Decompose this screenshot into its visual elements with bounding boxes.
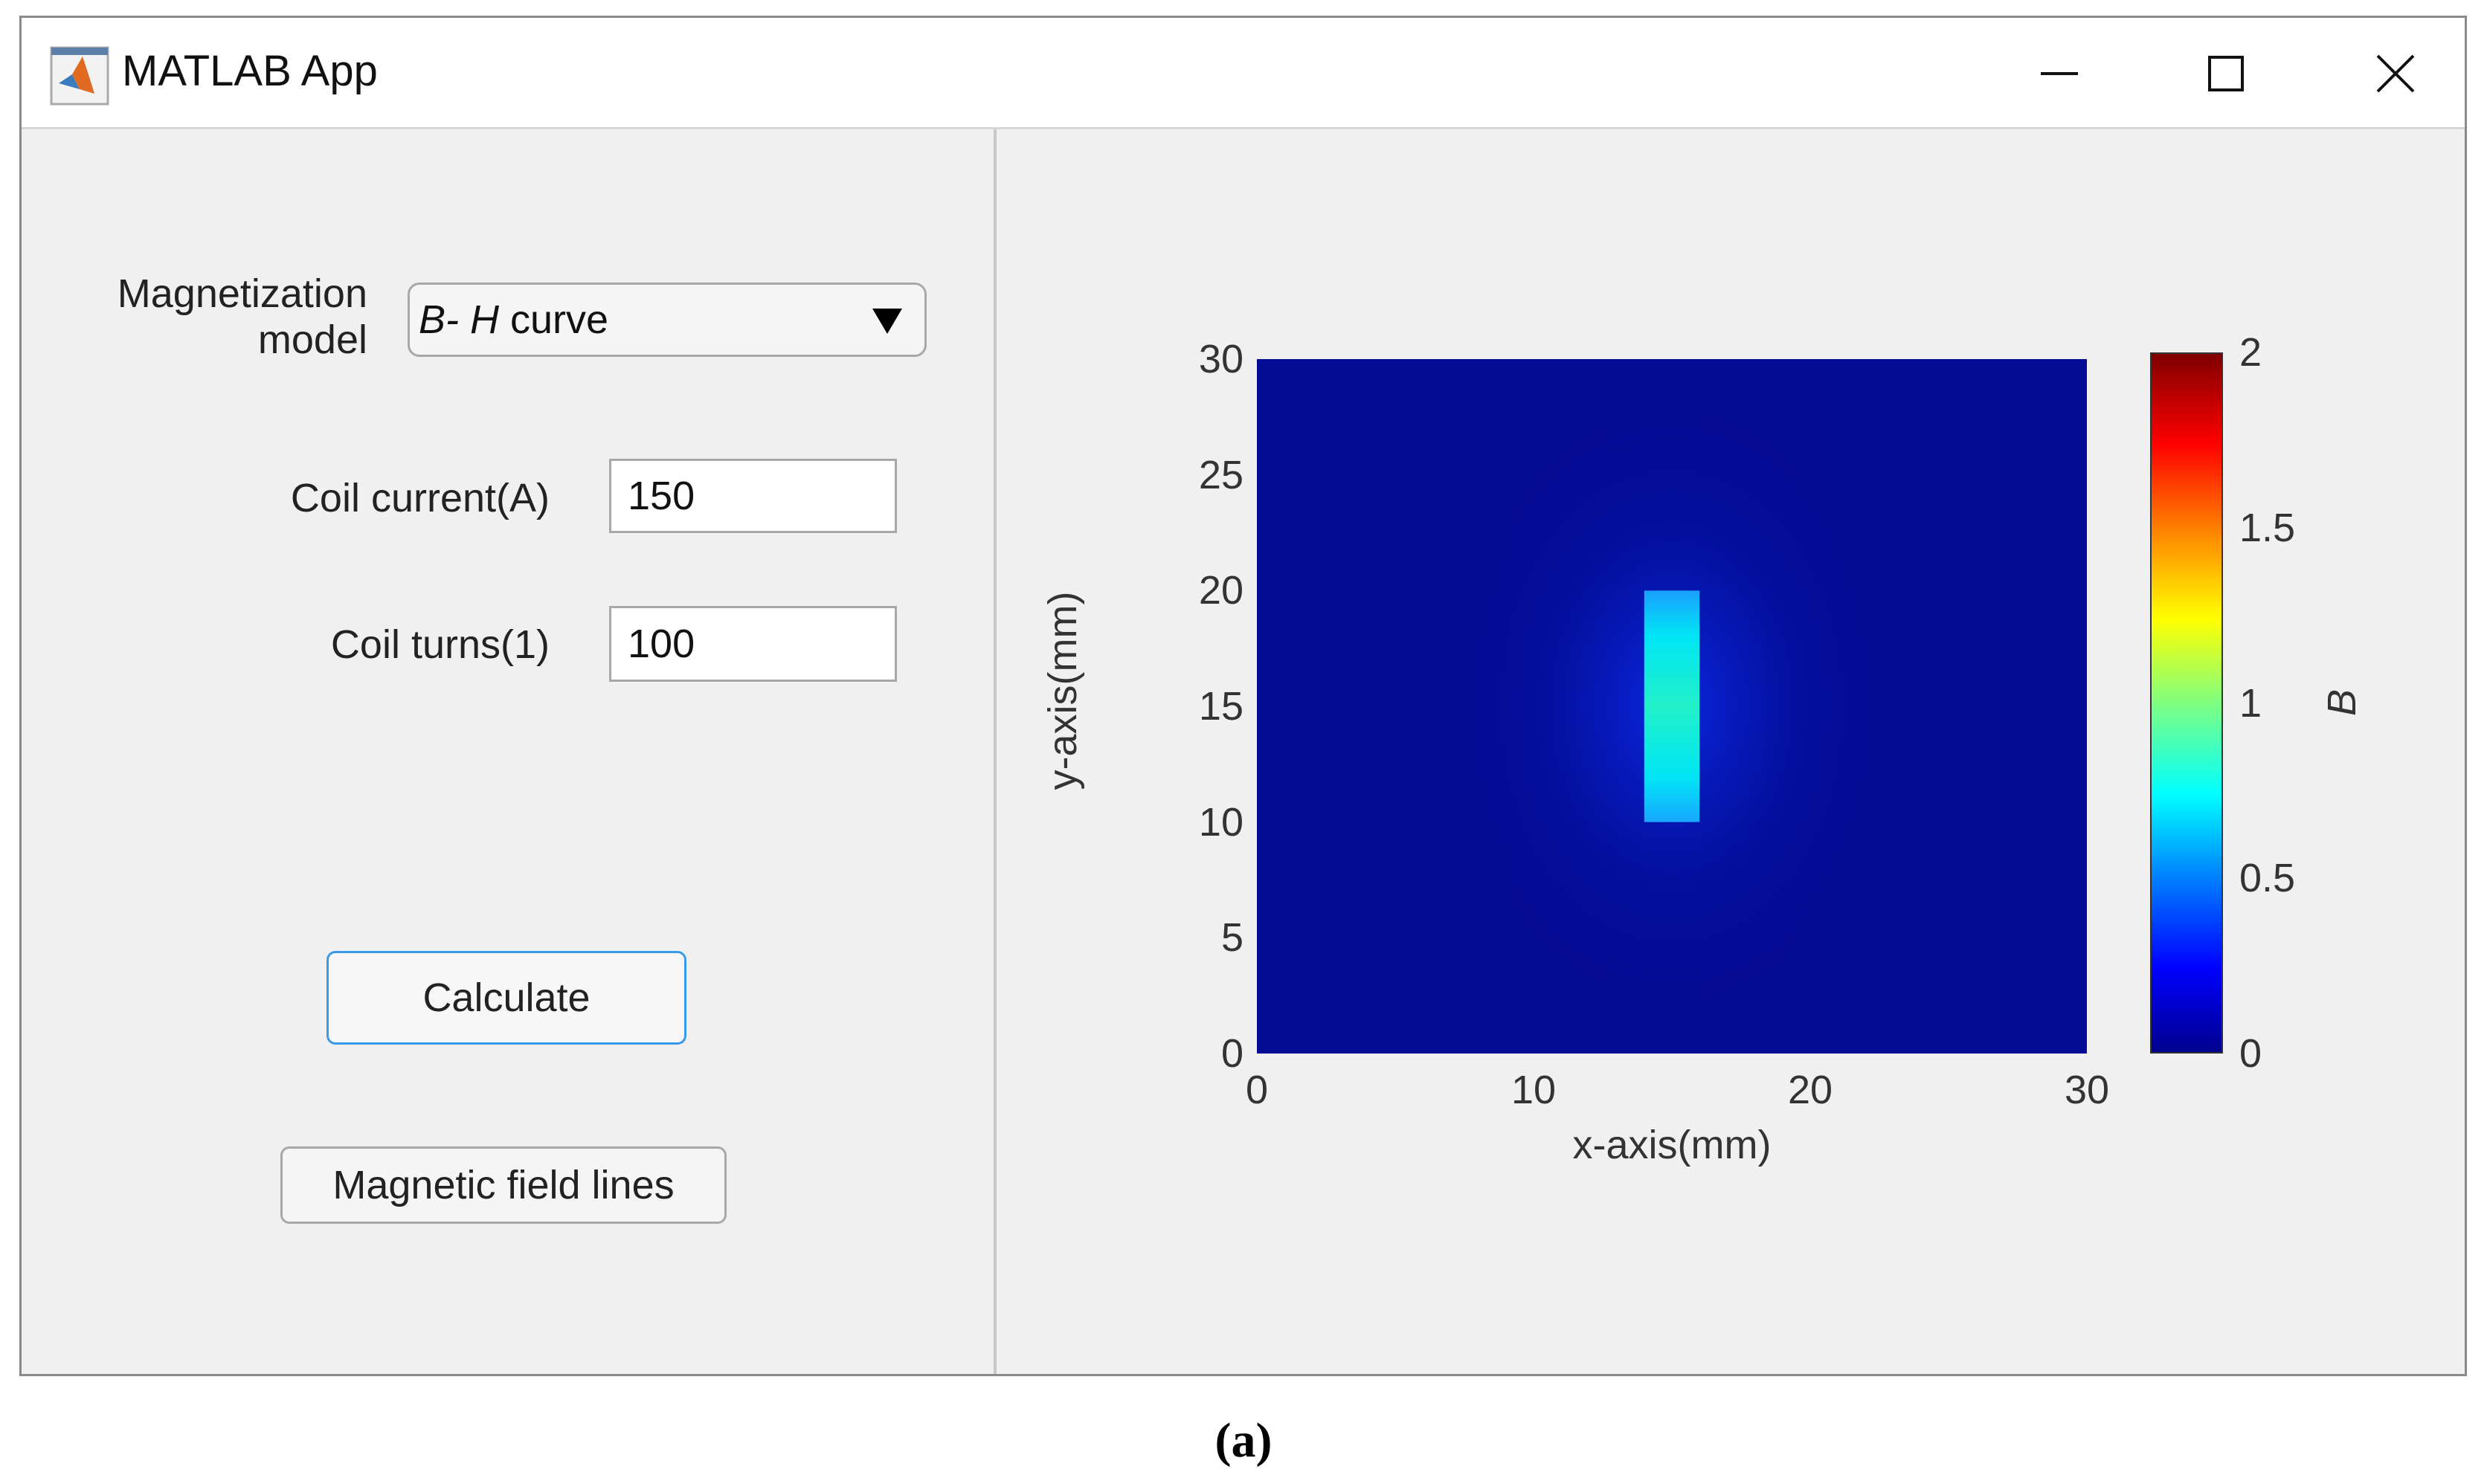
x-tick-label: 0	[1245, 1068, 1269, 1112]
coil-turns-label: Coil turns(1)	[330, 622, 550, 667]
minimize-icon	[2041, 72, 2078, 75]
close-icon	[2376, 54, 2415, 93]
heatmap-plot	[1257, 359, 2087, 1054]
dropdown-value: curve	[499, 297, 609, 342]
coil-current-input[interactable]: 150	[609, 459, 897, 533]
colorbar-tick-label: 1	[2239, 680, 2262, 726]
window-title: MATLAB App	[122, 47, 378, 95]
colorbar-label: B	[2320, 688, 2364, 717]
y-axis-label: y-axis(mm)	[1040, 591, 1085, 790]
y-tick-label: 15	[1198, 684, 1244, 729]
label-line: Magnetization	[117, 271, 367, 316]
x-tick-label: 20	[1787, 1068, 1833, 1112]
matlab-logo-icon	[50, 46, 109, 106]
x-tick-label: 10	[1510, 1068, 1557, 1112]
coil-current-label: Coil current(A)	[290, 476, 550, 520]
coil-turns-input[interactable]: 100	[609, 606, 897, 682]
figure-caption: (a)	[1214, 1413, 1273, 1468]
y-tick-label: 5	[1220, 915, 1244, 961]
chevron-down-icon	[872, 309, 902, 334]
colorbar-tick-label: 2	[2239, 330, 2262, 375]
x-tick-label: 30	[2064, 1068, 2110, 1112]
title-bar: MATLAB App	[22, 18, 2465, 129]
controls-panel: Magnetization model B- H curve Coil curr…	[22, 129, 997, 1374]
y-tick-label: 25	[1198, 452, 1244, 497]
colorbar-tick-label: 0	[2239, 1031, 2262, 1076]
magnetization-model-dropdown[interactable]: B- H curve	[408, 283, 927, 357]
maximize-icon	[2208, 56, 2244, 91]
y-tick-label: 30	[1198, 337, 1244, 381]
y-tick-label: 0	[1220, 1031, 1244, 1076]
app-window: MATLAB App Magnetization model B- H curv…	[19, 16, 2467, 1376]
close-button[interactable]	[2358, 40, 2433, 107]
label-line: model	[257, 317, 367, 362]
field-region	[1644, 590, 1700, 822]
y-tick-label: 20	[1198, 568, 1244, 613]
minimize-button[interactable]	[2022, 40, 2097, 107]
magnetization-model-label: Magnetization model	[66, 271, 367, 363]
colorbar-tick-label: 0.5	[2239, 856, 2296, 901]
magnetic-field-lines-button[interactable]: Magnetic field lines	[280, 1146, 727, 1224]
dropdown-value-italic: B- H	[419, 297, 499, 342]
colorbar	[2150, 352, 2223, 1054]
maximize-button[interactable]	[2189, 40, 2263, 107]
y-tick-label: 10	[1198, 799, 1244, 845]
colorbar-tick-label: 1.5	[2239, 505, 2296, 550]
calculate-button[interactable]: Calculate	[326, 951, 686, 1045]
x-axis-label: x-axis(mm)	[1572, 1123, 1772, 1167]
